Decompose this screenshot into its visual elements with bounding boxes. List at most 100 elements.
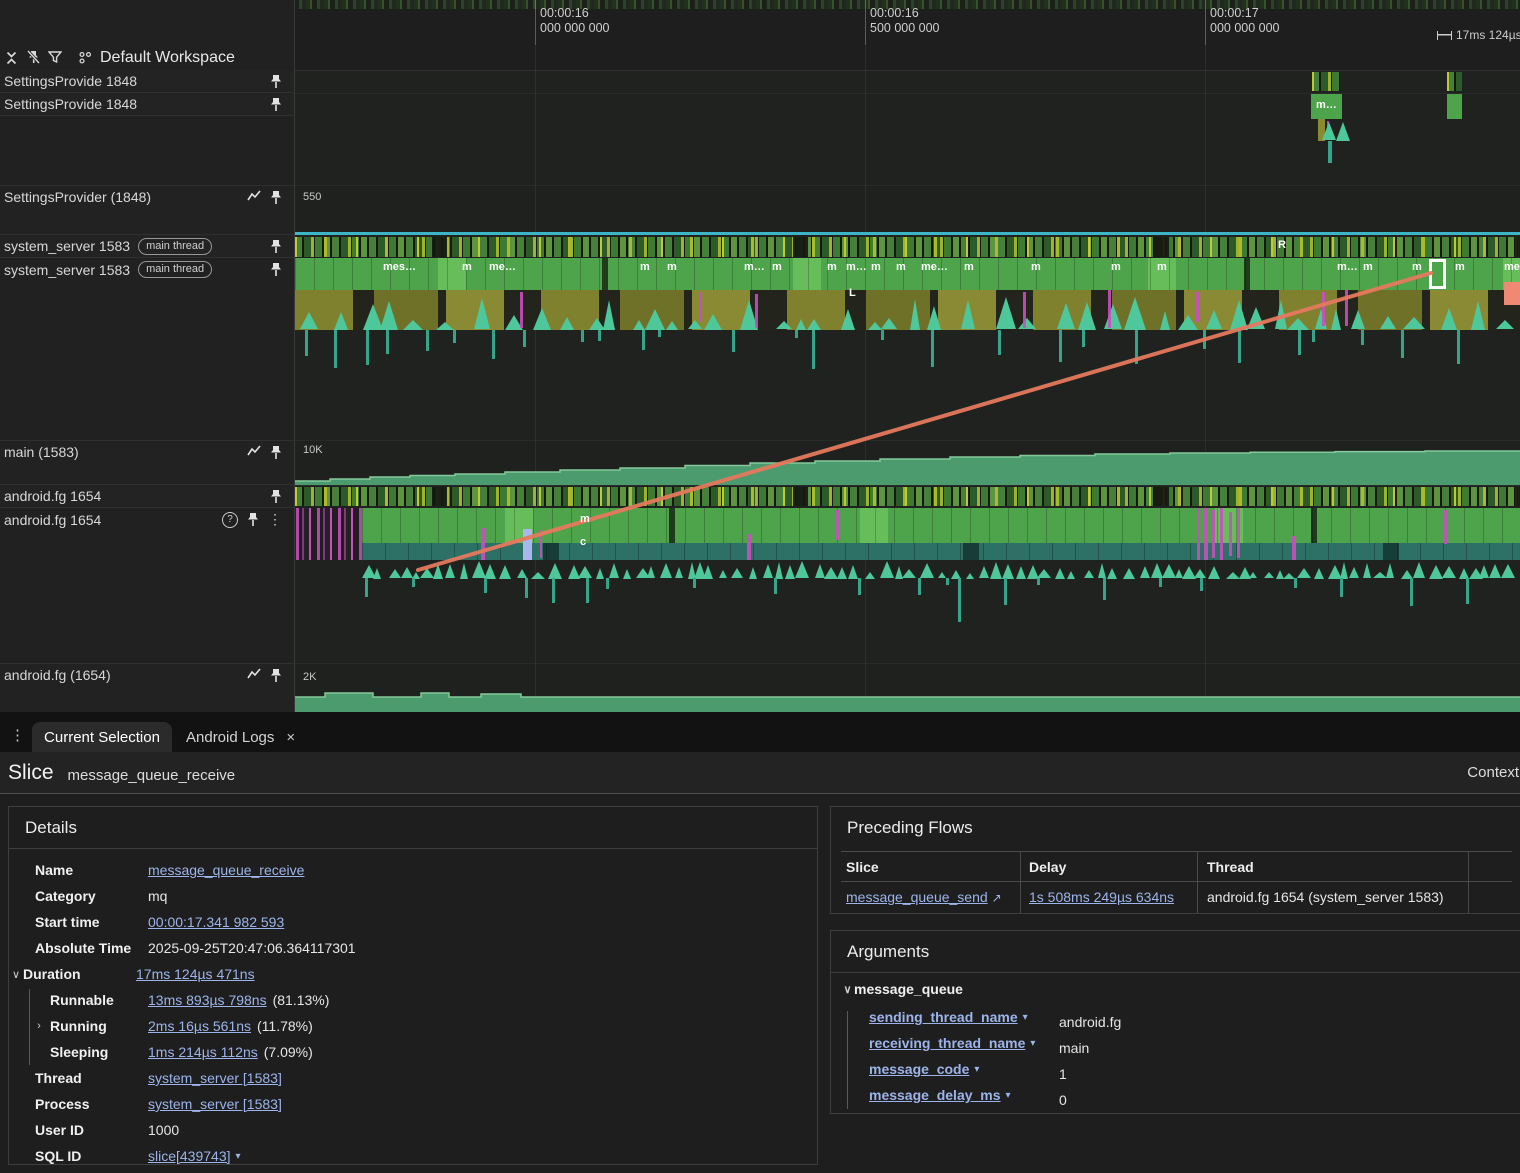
details-panel: Details Name message_queue_receive Catego… <box>8 806 818 1165</box>
tabbar-menu-icon[interactable]: ⋮ <box>10 726 25 744</box>
workspace-icon[interactable] <box>74 49 96 67</box>
runnable-link[interactable]: 13ms 893µs 798ns <box>148 992 267 1008</box>
androidfg-thread-state-track[interactable] <box>295 487 1520 506</box>
androidfg-teal-track[interactable] <box>362 543 1520 560</box>
chevron-down-icon[interactable]: ∨ <box>841 983 854 996</box>
gridline <box>535 45 536 712</box>
detail-label: Absolute Time <box>35 940 132 956</box>
tab-android-logs[interactable]: Android Logs × <box>172 722 309 752</box>
detail-label: User ID <box>35 1122 85 1138</box>
close-icon[interactable]: × <box>286 729 295 746</box>
argument-group-label: message_queue <box>854 981 963 997</box>
chevron-down-icon[interactable]: ▾ <box>1023 1012 1028 1023</box>
start-time-link[interactable]: 00:00:17.341 982 593 <box>148 914 284 930</box>
column-header-thread: Thread <box>1207 859 1254 875</box>
arg-key-link[interactable]: receiving_thread_name <box>869 1035 1025 1051</box>
duration-link[interactable]: 17ms 124µs 471ns <box>136 966 255 982</box>
pin-icon[interactable] <box>270 668 282 683</box>
filter-icon[interactable] <box>44 49 66 67</box>
track-label: main (1583) <box>4 444 79 460</box>
pin-icon[interactable] <box>270 97 282 112</box>
track-row-systemserver-slices[interactable]: system_server 1583 main thread <box>0 258 294 281</box>
selected-slice-message-queue-receive[interactable] <box>1429 259 1446 289</box>
row-separator <box>295 663 1520 664</box>
track-sidebar: Default Workspace SettingsProvide 1848 S… <box>0 0 295 712</box>
track-row-settingsprovider-counter[interactable]: SettingsProvider (1848) <box>0 185 294 235</box>
arg-key-link[interactable]: sending_thread_name <box>869 1009 1018 1025</box>
chevron-right-icon[interactable]: › <box>33 1020 45 1032</box>
selection-kind: Slice <box>8 760 54 784</box>
running-link[interactable]: 2ms 16µs 561ns <box>148 1018 251 1034</box>
ruler-tick <box>865 0 866 45</box>
ruler-tick <box>535 0 536 45</box>
argument-row: message_delay_ms ▾ <box>869 1087 1011 1103</box>
chevron-down-icon[interactable]: ▾ <box>974 1064 979 1075</box>
detail-label: Name <box>35 862 74 878</box>
track-row-androidfg-counter[interactable]: android.fg (1654) <box>0 663 294 712</box>
table-border <box>841 851 1512 852</box>
salmon-slice[interactable] <box>1504 282 1520 305</box>
tab-current-selection[interactable]: Current Selection <box>32 722 172 752</box>
open-in-new-icon[interactable]: ↗ <box>992 891 1002 905</box>
settings-slice[interactable] <box>1447 94 1462 119</box>
chart-icon[interactable] <box>247 668 261 680</box>
track-row-settingsprovider-slices[interactable]: SettingsProvide 1848 <box>0 93 294 116</box>
unpin-all-icon[interactable] <box>22 49 44 67</box>
ruler-tick-label: 00:00:16 500 000 000 <box>870 6 940 35</box>
systemserver-thread-state-track[interactable] <box>295 237 1520 257</box>
track-row-androidfg-slices[interactable]: android.fg 1654 ? ⋮ <box>0 508 294 531</box>
track-row-settingsprovider-threadstate[interactable]: SettingsProvide 1848 <box>0 70 294 93</box>
selection-title: message_queue_receive <box>67 766 236 784</box>
track-row-systemserver-threadstate[interactable]: system_server 1583 main thread <box>0 235 294 258</box>
pin-icon[interactable] <box>270 489 282 504</box>
sleeping-percent: (7.09%) <box>263 1044 313 1060</box>
track-row-androidfg-threadstate[interactable]: android.fg 1654 <box>0 485 294 508</box>
pin-icon[interactable] <box>270 74 282 89</box>
sql-id-link[interactable]: slice[439743] <box>148 1148 231 1164</box>
track-row-main-counter[interactable]: main (1583) <box>0 440 294 485</box>
arg-key-link[interactable]: message_code <box>869 1061 969 1077</box>
pin-icon[interactable] <box>270 190 282 205</box>
pin-icon[interactable] <box>270 262 282 277</box>
chevron-down-icon[interactable]: ▾ <box>236 1151 241 1162</box>
argument-group[interactable]: ∨ message_queue <box>841 981 963 997</box>
chart-icon[interactable] <box>247 445 261 457</box>
pin-icon[interactable] <box>247 512 259 527</box>
settings-thread-state-slices[interactable] <box>1312 72 1340 91</box>
pin-icon[interactable] <box>270 239 282 254</box>
settings-thread-state-slices[interactable] <box>1447 72 1462 91</box>
flow-slice-link[interactable]: message_queue_send <box>846 889 988 905</box>
workspace-title[interactable]: Default Workspace <box>100 49 235 67</box>
process-link[interactable]: system_server [1583] <box>148 1096 282 1112</box>
timeline-canvas[interactable]: 550 10K 2K mes… m me… m m m… m m m… m m … <box>295 0 1520 712</box>
category-value: mq <box>148 888 168 904</box>
chevron-down-icon[interactable]: ▾ <box>1030 1038 1035 1049</box>
track-label: SettingsProvide 1848 <box>4 73 138 89</box>
detail-label: Process <box>35 1096 90 1112</box>
settings-slice[interactable] <box>1311 94 1342 119</box>
gridline <box>865 45 866 712</box>
track-menu-icon[interactable]: ⋮ <box>268 511 282 528</box>
collapse-all-icon[interactable] <box>0 49 22 67</box>
runnable-percent: (81.13%) <box>272 992 330 1008</box>
androidfg-slice-track[interactable] <box>362 508 1520 543</box>
arg-key-link[interactable]: message_delay_ms <box>869 1087 1001 1103</box>
details-panel-title: Details <box>9 807 817 849</box>
chart-icon[interactable] <box>247 190 261 202</box>
column-header-slice: Slice <box>846 859 879 875</box>
chevron-down-icon[interactable]: ▾ <box>1006 1090 1011 1101</box>
detail-label: Thread <box>35 1070 82 1086</box>
flow-delay-link[interactable]: 1s 508ms 249µs 634ns <box>1029 889 1174 905</box>
help-icon[interactable]: ? <box>222 511 238 528</box>
pin-icon[interactable] <box>270 445 282 460</box>
systemserver-slice-track[interactable] <box>295 258 1520 290</box>
flow-delay-cell: 1s 508ms 249µs 634ns <box>1029 889 1174 905</box>
chevron-down-icon[interactable]: ∨ <box>9 968 23 981</box>
detail-label: Running <box>50 1018 107 1034</box>
slice-name-link[interactable]: message_queue_receive <box>148 862 304 878</box>
table-border <box>1197 851 1198 913</box>
thread-link[interactable]: system_server [1583] <box>148 1070 282 1086</box>
systemserver-depth-band[interactable] <box>295 290 1520 330</box>
sleeping-link[interactable]: 1ms 214µs 112ns <box>148 1044 258 1060</box>
context-label[interactable]: Context <box>1467 764 1519 781</box>
